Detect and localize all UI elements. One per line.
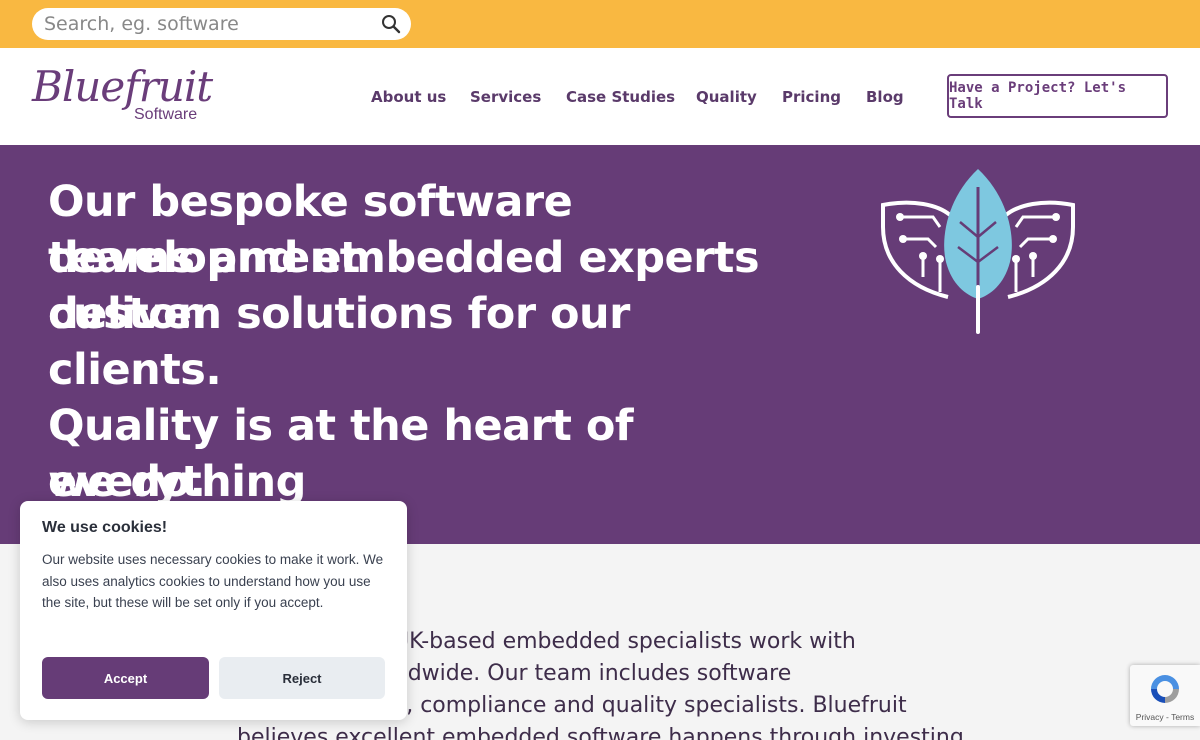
site-header: Bluefruit Software About us Services Cas… — [0, 48, 1200, 145]
lets-talk-button[interactable]: Have a Project? Let's Talk — [947, 74, 1168, 118]
recaptcha-links[interactable]: Privacy - Terms — [1130, 712, 1200, 722]
nav-blog[interactable]: Blog — [866, 88, 904, 106]
recaptcha-badge[interactable]: Privacy - Terms — [1130, 665, 1200, 726]
reject-cookies-button[interactable]: Reject — [219, 657, 385, 699]
accept-cookies-button[interactable]: Accept — [42, 657, 209, 699]
search-input[interactable] — [44, 12, 364, 36]
cookie-description: Our website uses necessary cookies to ma… — [42, 552, 384, 611]
recaptcha-icon — [1151, 675, 1179, 703]
hero-line: custom solutions for our clients. — [48, 289, 630, 395]
search-box[interactable] — [32, 8, 411, 40]
nav-about-us[interactable]: About us — [371, 88, 446, 106]
search-icon[interactable] — [381, 14, 401, 34]
circuit-leaf-icon — [881, 169, 1075, 334]
top-search-bar — [0, 0, 1200, 48]
cookie-title: We use cookies! — [42, 519, 168, 536]
nav-services[interactable]: Services — [470, 88, 541, 106]
nav-quality[interactable]: Quality — [696, 88, 757, 106]
nav-pricing[interactable]: Pricing — [782, 88, 841, 106]
intro-line: believes excellent embedded software hap… — [237, 725, 964, 740]
bluefruit-logo[interactable]: Bluefruit Software — [32, 62, 213, 128]
logo-subtitle: Software — [134, 106, 198, 123]
cookie-consent-dialog: We use cookies! Our website uses necessa… — [20, 501, 407, 720]
logo-script: Bluefruit — [32, 62, 213, 111]
hero-section: Our bespoke software development teams a… — [0, 145, 1200, 544]
nav-case-studies[interactable]: Case Studies — [566, 88, 675, 106]
